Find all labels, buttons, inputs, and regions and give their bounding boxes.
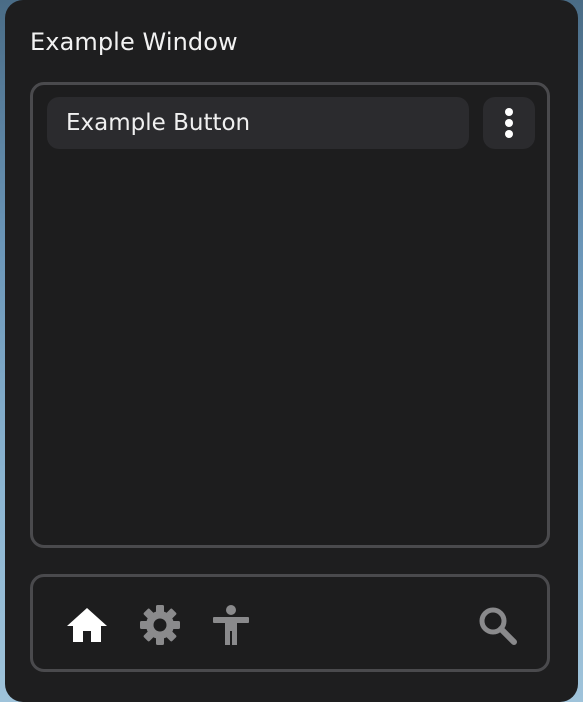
more-options-button[interactable]: [483, 97, 535, 149]
bottom-nav-bar: [30, 574, 550, 672]
window-title: Example Window: [30, 28, 238, 56]
content-panel: Example Button: [30, 82, 550, 548]
accessibility-icon: [213, 605, 249, 645]
gear-icon: [140, 605, 180, 645]
nav-home-button[interactable]: [63, 601, 111, 649]
more-vertical-icon: [505, 108, 513, 138]
search-icon: [479, 607, 517, 645]
nav-search-button[interactable]: [473, 601, 521, 649]
nav-settings-button[interactable]: [136, 601, 184, 649]
nav-accessibility-button[interactable]: [207, 601, 255, 649]
example-button[interactable]: Example Button: [47, 97, 469, 149]
example-window: Example Window Example Button: [5, 0, 578, 702]
home-icon: [67, 608, 107, 642]
